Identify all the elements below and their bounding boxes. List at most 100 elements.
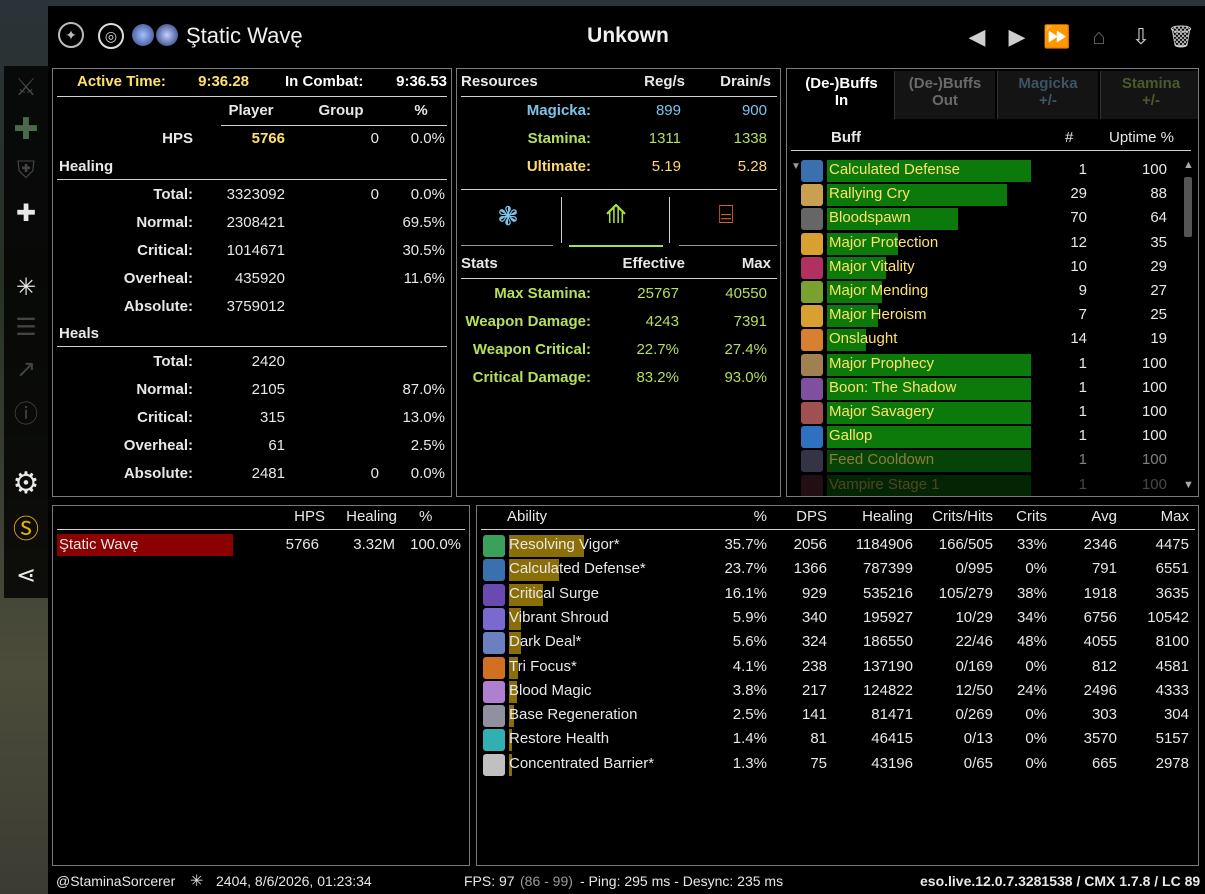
next-fight-icon[interactable]: ▶: [1004, 24, 1030, 50]
ability-row[interactable]: Vibrant Shroud 5.9% 340 195927 10/29 34% 6756 1…: [483, 607, 1198, 631]
col-drain: Drain/s: [720, 73, 771, 90]
stat-name: Max Stamina:: [494, 285, 591, 302]
active-time-label: Active Time:: [77, 73, 166, 90]
buff-tab-3[interactable]: Magicka +/-: [997, 71, 1098, 119]
group-toggle-icon[interactable]: ◎: [98, 23, 124, 49]
buff-row[interactable]: Boon: The Shadow 1 100: [801, 377, 1181, 401]
resource-drain: 5.28: [737, 158, 767, 175]
buffs-icon[interactable]: ✳: [11, 272, 41, 302]
buffs-panel: (De-)Buffs In (De-)Buffs Out Magicka +/- Stami…: [786, 68, 1199, 497]
ability-icon: [483, 632, 505, 655]
scrollbar-thumb[interactable]: [1184, 177, 1192, 237]
health-tab-icon[interactable]: ⌸: [711, 199, 741, 229]
load-fight-icon[interactable]: ⇩: [1128, 24, 1154, 50]
info-icon[interactable]: ⓘ: [11, 396, 41, 428]
ping-desync: - Ping: 295 ms - Desync: 235 ms: [580, 873, 784, 889]
scroll-up-icon[interactable]: ▲: [1183, 159, 1194, 171]
ability-max: 304: [1163, 706, 1189, 724]
buff-row[interactable]: Major Protection 12 35: [801, 232, 1181, 256]
ability-healing: 81471: [871, 706, 913, 724]
ability-row[interactable]: Resolving Vigor* 35.7% 2056 1184906 166/505 3…: [483, 534, 1198, 558]
log-icon[interactable]: ☰: [11, 312, 41, 342]
col-pct: %: [414, 102, 428, 119]
damage-out-icon[interactable]: ⚔: [11, 72, 41, 102]
buff-count: 10: [1070, 257, 1087, 275]
ability-crits: 33%: [1016, 536, 1047, 553]
unit-healing: 3.32M: [353, 536, 395, 553]
ability-icon: [483, 656, 505, 679]
stat-pct-value: 69.5%: [402, 214, 445, 231]
buff-tab-4[interactable]: Stamina +/-: [1100, 71, 1198, 119]
buff-row[interactable]: Onslaught 14 19: [801, 328, 1181, 352]
ability-row[interactable]: Restore Health 1.4% 81 46415 0/13 0% 3570 5157: [483, 728, 1198, 752]
stat-group-value: 0: [370, 465, 379, 482]
ability-row[interactable]: Dark Deal* 5.6% 324 186550 22/46 48% 4055 8100: [483, 631, 1198, 655]
ability-crits: 48%: [1016, 633, 1047, 651]
ability-healing: 46415: [871, 730, 913, 748]
settings-icon[interactable]: ⚙: [11, 467, 41, 500]
buff-row[interactable]: Major Mending 9 27: [801, 280, 1181, 304]
ability-max: 10542: [1147, 608, 1189, 626]
buff-uptime: 100: [1141, 403, 1167, 420]
unit-row[interactable]: Ştatic Wavę 5766 3.32M 100.0%: [57, 534, 467, 556]
buff-row[interactable]: Major Savagery 1 100: [801, 401, 1181, 425]
scroll-down-icon[interactable]: ▼: [1183, 479, 1194, 491]
ability-row[interactable]: Concentrated Barrier* 1.3% 75 43196 0/65 0% 66…: [483, 753, 1198, 777]
buff-row[interactable]: Feed Cooldown 1 100: [801, 449, 1181, 473]
stat-label: Total:: [153, 353, 193, 370]
ability-healing: 535216: [862, 584, 913, 602]
save-fight-icon[interactable]: ⌂: [1086, 24, 1112, 50]
healing-out-icon[interactable]: ✚: [11, 113, 41, 146]
ability-dps: 2056: [793, 536, 827, 553]
buff-icon: [801, 232, 823, 255]
magicka-tab-icon[interactable]: ❃: [493, 201, 523, 231]
buff-row[interactable]: Major Heroism 7 25: [801, 304, 1181, 328]
last-fight-icon[interactable]: ⏩: [1043, 24, 1070, 50]
buff-row[interactable]: Major Vitality 10 29: [801, 256, 1181, 280]
buff-name: Boon: The Shadow: [829, 378, 957, 396]
ability-healing: 1184906: [855, 536, 913, 553]
stat-player-value: 2481: [251, 465, 285, 482]
buff-uptime: 29: [1150, 257, 1167, 275]
resource-drain: 900: [741, 102, 767, 119]
buff-uptime: 88: [1150, 185, 1167, 203]
share-icon[interactable]: ⋖: [11, 560, 41, 590]
resource-reg: 899: [655, 102, 681, 119]
healing-in-icon[interactable]: ✚: [11, 198, 41, 228]
buff-icon: [801, 402, 823, 424]
stamina-tab-icon[interactable]: ⟰: [601, 199, 631, 229]
ability-row[interactable]: Blood Magic 3.8% 217 124822 12/50 24% 2496 4333: [483, 680, 1198, 704]
buff-icon: [801, 474, 823, 496]
stat-label: Critical:: [137, 242, 193, 259]
ability-row[interactable]: Calculated Defense* 23.7% 1366 787399 0/995 0…: [483, 558, 1198, 582]
ability-healing: 137190: [862, 657, 913, 675]
ability-row[interactable]: Critical Surge 16.1% 929 535216 105/279 38% 19…: [483, 583, 1198, 607]
buff-row[interactable]: Calculated Defense 1 100: [801, 159, 1181, 183]
ability-col-header: Crits: [1016, 508, 1047, 525]
ability-dps: 324: [801, 633, 827, 651]
buff-row[interactable]: Vampire Stage 1 1 100: [801, 474, 1181, 496]
buff-count: 9: [1078, 282, 1087, 299]
ability-row[interactable]: Base Regeneration 2.5% 141 81471 0/269 0% 303 3…: [483, 704, 1198, 728]
in-combat-value: 9:36.53: [396, 73, 447, 90]
buff-row[interactable]: Gallop 1 100: [801, 425, 1181, 449]
delete-icon[interactable]: 🗑: [1167, 24, 1195, 50]
buff-tab-2[interactable]: (De-)Buffs Out: [894, 71, 995, 119]
hps-player: 5766: [251, 130, 285, 147]
buff-count: 1: [1078, 354, 1087, 372]
ability-col-header: Healing: [862, 508, 913, 525]
previous-fight-icon[interactable]: ◀: [964, 24, 990, 50]
buff-tab-1[interactable]: (De-)Buffs In: [791, 71, 892, 119]
buff-row[interactable]: Major Prophecy 1 100: [801, 353, 1181, 377]
buff-row[interactable]: Rallying Cry 29 88: [801, 183, 1181, 207]
cmx-window: ✦ ◎ Ştatic Wavę Unkown ◀ ▶ ⏩ ⌂ ⇩ 🗑 Activ…: [48, 6, 1205, 894]
ability-row[interactable]: Tri Focus* 4.1% 238 137190 0/169 0% 812 4581: [483, 656, 1198, 680]
ability-crits: 24%: [1016, 681, 1047, 699]
damage-in-icon[interactable]: ⛨: [11, 156, 41, 186]
stat-effective: 25767: [637, 285, 679, 302]
collapse-icon[interactable]: ▼: [791, 161, 801, 172]
graph-icon[interactable]: ↗: [11, 354, 41, 384]
buff-row[interactable]: Bloodspawn 70 64: [801, 207, 1181, 231]
addon-logo-icon[interactable]: Ⓢ: [11, 512, 41, 544]
ability-avg: 665: [1091, 754, 1117, 772]
